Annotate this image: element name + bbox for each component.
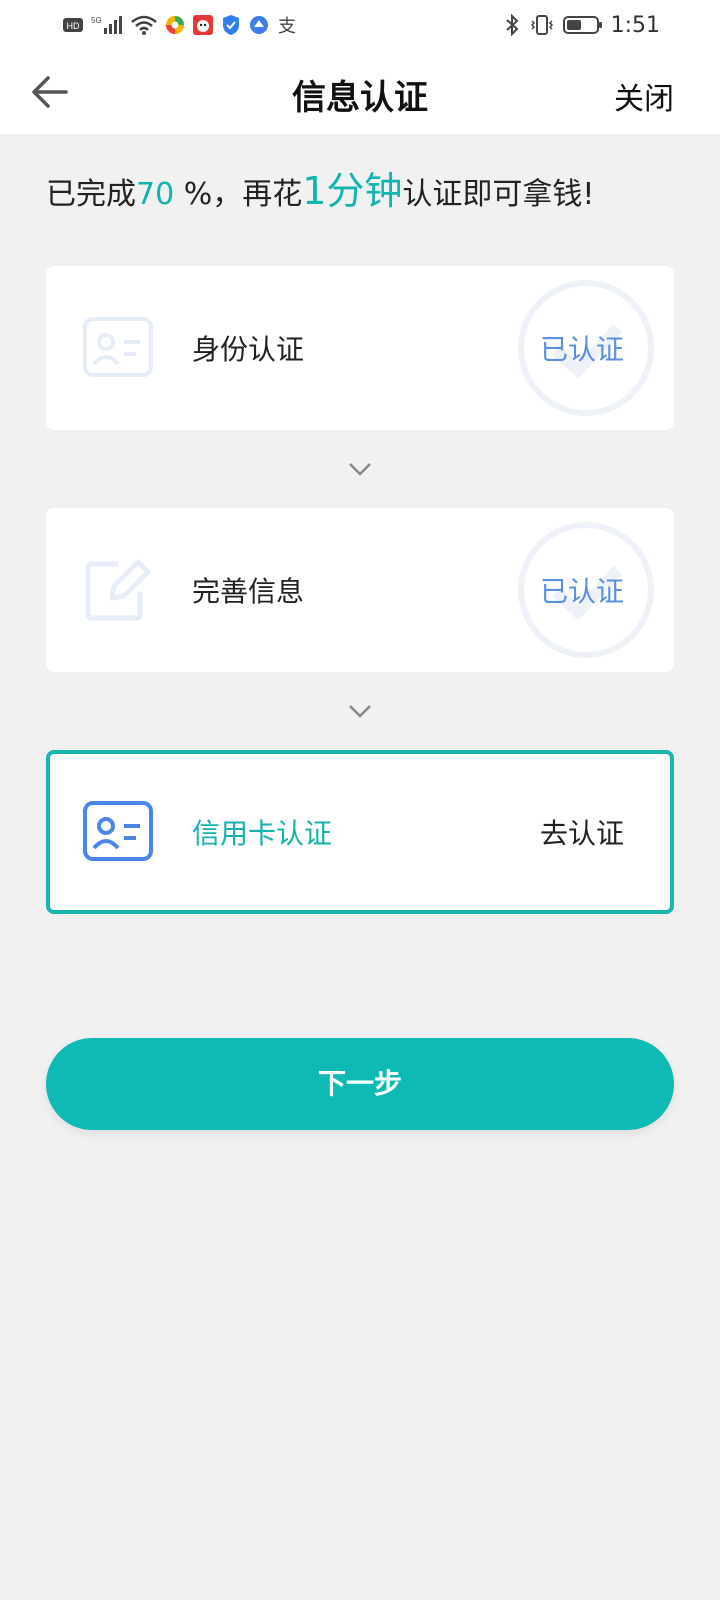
progress-percent: 70 bbox=[136, 177, 175, 212]
progress-message: 已完成70 %，再花1分钟认证即可拿钱! bbox=[46, 160, 594, 215]
wifi-icon bbox=[131, 15, 157, 35]
svg-text:5G: 5G bbox=[91, 16, 102, 25]
step-card-credit-card[interactable]: 信用卡认证 去认证 bbox=[46, 750, 674, 914]
step-card-info[interactable]: 完善信息 已认证 bbox=[46, 508, 674, 672]
hd-icon: HD bbox=[63, 18, 83, 32]
progress-prefix: 已完成 bbox=[46, 177, 136, 212]
progress-percent-sign: %，再花 bbox=[174, 177, 303, 212]
shield-icon bbox=[223, 15, 239, 35]
step-label: 信用卡认证 bbox=[192, 817, 333, 850]
id-card-icon bbox=[83, 801, 153, 861]
bluetooth-icon bbox=[505, 14, 519, 36]
chevron-down-icon bbox=[349, 705, 371, 718]
go-verify-button[interactable]: 去认证 bbox=[540, 812, 624, 852]
app-icon-3 bbox=[250, 16, 268, 34]
vibrate-icon bbox=[530, 15, 553, 35]
status-time: 1:51 bbox=[610, 12, 660, 38]
close-button[interactable]: 关闭 bbox=[614, 74, 674, 118]
page-title: 信息认证 bbox=[292, 78, 428, 118]
chevron-down-icon bbox=[349, 463, 371, 476]
id-card-icon bbox=[83, 317, 153, 377]
alipay-icon: 支 bbox=[278, 16, 296, 36]
step-status: 已认证 bbox=[539, 575, 624, 608]
5g-signal-icon: 5G bbox=[91, 16, 122, 34]
step-status: 已认证 bbox=[539, 333, 624, 366]
step-label: 完善信息 bbox=[192, 575, 305, 608]
status-icons-right: 1:51 bbox=[503, 10, 660, 40]
step-card-identity[interactable]: 身份认证 已认证 bbox=[46, 266, 674, 430]
app-icon-2 bbox=[193, 15, 213, 35]
progress-suffix: 认证即可拿钱! bbox=[402, 177, 595, 212]
progress-duration: 1分钟 bbox=[302, 169, 403, 213]
svg-text:支: 支 bbox=[278, 16, 296, 36]
battery-icon bbox=[562, 16, 602, 34]
next-step-button[interactable]: 下一步 bbox=[46, 1038, 674, 1130]
app-icon-1 bbox=[166, 16, 184, 34]
edit-icon bbox=[85, 559, 151, 621]
status-icons-left: HD 5G 支 bbox=[62, 10, 298, 40]
step-label: 身份认证 bbox=[192, 333, 305, 366]
status-bar: HD 5G 支 1:51 bbox=[0, 0, 720, 50]
nav-bar: 信息认证 关闭 bbox=[0, 50, 720, 134]
svg-text:HD: HD bbox=[67, 21, 80, 31]
